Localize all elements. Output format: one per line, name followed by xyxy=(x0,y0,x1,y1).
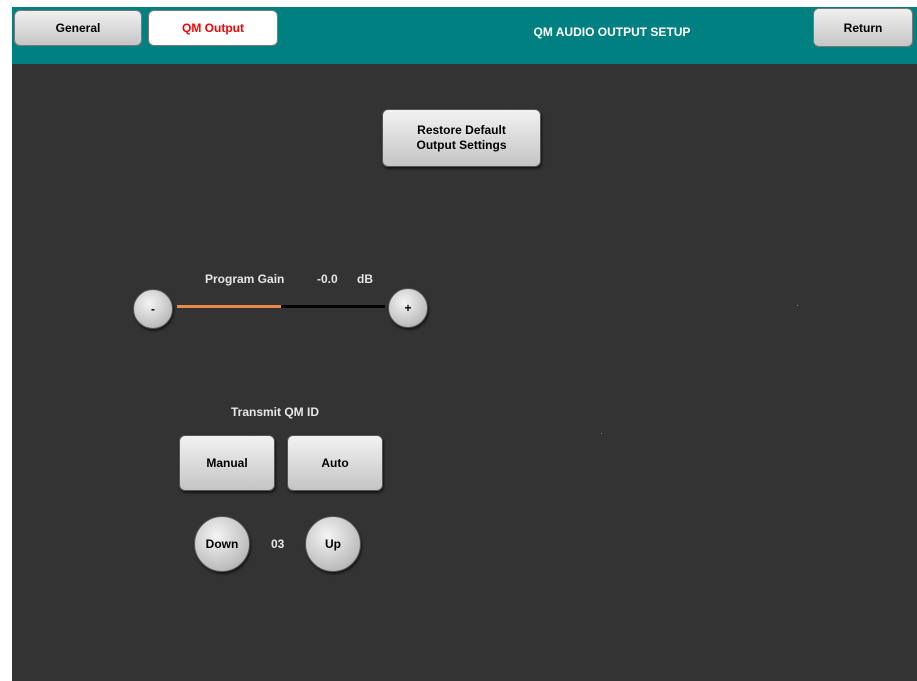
qm-id-value: 03 xyxy=(271,537,285,551)
app-window: General QM Output QM AUDIO OUTPUT SETUP … xyxy=(12,7,917,681)
program-gain-slider-fill xyxy=(177,305,281,308)
id-up-button[interactable]: Up xyxy=(305,516,361,572)
page-title: QM AUDIO OUTPUT SETUP xyxy=(533,25,691,39)
gain-increase-button[interactable]: + xyxy=(388,288,428,328)
artifact-dot xyxy=(797,305,798,306)
tab-qm-output[interactable]: QM Output xyxy=(148,10,278,46)
auto-button[interactable]: Auto xyxy=(287,435,383,491)
tab-general[interactable]: General xyxy=(14,10,142,46)
header-bar: General QM Output QM AUDIO OUTPUT SETUP … xyxy=(12,7,917,64)
artifact-dot xyxy=(601,433,602,434)
manual-button[interactable]: Manual xyxy=(179,435,275,491)
transmit-qm-id-label: Transmit QM ID xyxy=(231,405,320,419)
program-gain-value: -0.0 xyxy=(317,272,338,286)
program-gain-unit: dB xyxy=(357,272,373,286)
program-gain-slider[interactable] xyxy=(177,305,385,308)
id-down-button[interactable]: Down xyxy=(194,516,250,572)
program-gain-label: Program Gain xyxy=(205,272,285,286)
restore-default-button[interactable]: Restore Default Output Settings xyxy=(382,109,541,167)
gain-decrease-button[interactable]: - xyxy=(133,289,173,329)
return-button[interactable]: Return xyxy=(813,8,913,47)
